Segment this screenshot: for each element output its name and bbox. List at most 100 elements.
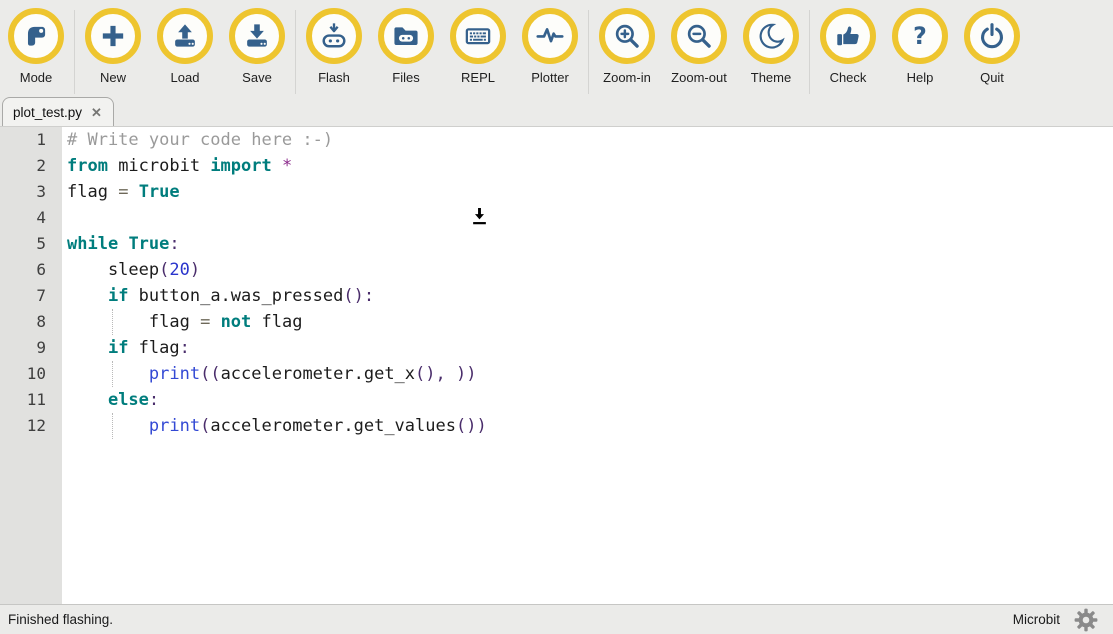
toolbar-button-files[interactable]: Files — [370, 8, 442, 85]
code-line-7[interactable]: if button_a.was_pressed(): — [67, 283, 1113, 309]
toolbar-button-repl[interactable]: REPL — [442, 8, 514, 85]
code-token: # Write your code here :-) — [67, 130, 333, 150]
toolbar-button-ring[interactable] — [8, 8, 64, 64]
quit-icon — [977, 21, 1007, 51]
toolbar-button-label: Help — [907, 70, 934, 85]
code-token — [446, 364, 456, 384]
code-token — [118, 234, 128, 254]
code-line-3[interactable]: flag = True — [67, 179, 1113, 205]
toolbar-button-quit[interactable]: Quit — [956, 8, 1028, 85]
code-token: not — [221, 312, 252, 332]
code-token: while — [67, 234, 118, 254]
code-line-6[interactable]: sleep(20) — [67, 257, 1113, 283]
code-token: : — [180, 338, 190, 358]
toolbar-button-ring[interactable] — [157, 8, 213, 64]
help-icon: ? — [905, 21, 935, 51]
code-line-2[interactable]: from microbit import * — [67, 153, 1113, 179]
code-token: ( — [200, 416, 210, 436]
toolbar-button-mode[interactable]: Mode — [0, 8, 72, 85]
toolbar-button-ring[interactable] — [229, 8, 285, 64]
toolbar-button-label: Quit — [980, 70, 1004, 85]
toolbar-button-ring[interactable] — [964, 8, 1020, 64]
mouse-cursor-download-icon — [468, 205, 491, 229]
line-number: 9 — [0, 335, 46, 361]
code-line-4[interactable] — [67, 205, 1113, 231]
toolbar-button-ring[interactable] — [820, 8, 876, 64]
status-message: Finished flashing. — [8, 612, 113, 627]
code-line-5[interactable]: while True: — [67, 231, 1113, 257]
code-token — [67, 286, 108, 306]
toolbar-button-zoom-out[interactable]: Zoom-out — [663, 8, 735, 85]
tab-plot-test[interactable]: plot_test.py ✕ — [2, 97, 114, 126]
code-token: accelerometer.get_values — [210, 416, 456, 436]
toolbar-button-ring[interactable] — [378, 8, 434, 64]
code-token — [67, 338, 108, 358]
code-token: print — [149, 364, 200, 384]
zoom-out-icon — [684, 21, 714, 51]
indent-guide — [112, 361, 113, 387]
code-token — [67, 416, 149, 436]
code-line-11[interactable]: else: — [67, 387, 1113, 413]
toolbar-button-ring[interactable] — [743, 8, 799, 64]
toolbar-button-ring[interactable] — [522, 8, 578, 64]
settings-gear-icon[interactable] — [1073, 607, 1099, 633]
toolbar-button-ring[interactable] — [599, 8, 655, 64]
toolbar-button-ring[interactable] — [450, 8, 506, 64]
code-area[interactable]: # Write your code here :-) from microbit … — [62, 127, 1113, 604]
tab-close-icon[interactable]: ✕ — [91, 106, 102, 119]
save-icon — [242, 21, 272, 51]
line-number: 12 — [0, 413, 46, 439]
toolbar-button-flash[interactable]: Flash — [298, 8, 370, 85]
code-token — [210, 312, 220, 332]
toolbar-button-save[interactable]: Save — [221, 8, 293, 85]
toolbar-button-theme[interactable]: Theme — [735, 8, 807, 85]
toolbar-button-zoom-in[interactable]: Zoom-in — [591, 8, 663, 85]
toolbar-button-label: Plotter — [531, 70, 569, 85]
toolbar-button-label: REPL — [461, 70, 495, 85]
toolbar-button-check[interactable]: Check — [812, 8, 884, 85]
toolbar-button-ring[interactable] — [671, 8, 727, 64]
code-token: sleep — [67, 260, 159, 280]
toolbar-button-new[interactable]: New — [77, 8, 149, 85]
toolbar-button-label: Theme — [751, 70, 791, 85]
toolbar-button-help[interactable]: ? Help — [884, 8, 956, 85]
line-number: 10 — [0, 361, 46, 387]
code-editor[interactable]: 123456789101112 # Write your code here :… — [0, 127, 1113, 604]
code-token: if — [108, 338, 128, 358]
line-number: 11 — [0, 387, 46, 413]
svg-text:?: ? — [913, 22, 927, 50]
toolbar-button-ring[interactable] — [85, 8, 141, 64]
toolbar-button-ring[interactable]: ? — [892, 8, 948, 64]
toolbar-separator — [588, 10, 589, 94]
toolbar-separator — [809, 10, 810, 94]
toolbar-button-label: Save — [242, 70, 272, 85]
tab-bar: plot_test.py ✕ — [0, 97, 1113, 127]
line-number: 3 — [0, 179, 46, 205]
code-token: = — [118, 182, 128, 202]
toolbar: ModeNew Load Save FlashFiles REPL Plotter Zoom… — [0, 0, 1113, 97]
line-number: 5 — [0, 231, 46, 257]
code-line-8[interactable]: flag = not flag — [67, 309, 1113, 335]
theme-icon — [756, 21, 786, 51]
line-number: 4 — [0, 205, 46, 231]
toolbar-button-ring[interactable] — [306, 8, 362, 64]
toolbar-button-plotter[interactable]: Plotter — [514, 8, 586, 85]
code-token: ( — [159, 260, 169, 280]
code-line-1[interactable]: # Write your code here :-) — [67, 127, 1113, 153]
new-icon — [98, 21, 128, 51]
code-token: 20 — [169, 260, 189, 280]
load-icon — [170, 21, 200, 51]
code-line-12[interactable]: print(accelerometer.get_values()) — [67, 413, 1113, 439]
toolbar-button-load[interactable]: Load — [149, 8, 221, 85]
status-bar: Finished flashing. Microbit — [0, 604, 1113, 634]
code-token: (( — [200, 364, 220, 384]
code-token: button_a.was_pressed — [128, 286, 343, 306]
code-token — [67, 364, 149, 384]
flash-icon — [319, 21, 349, 51]
code-token — [272, 156, 282, 176]
line-number: 2 — [0, 153, 46, 179]
code-token: True — [128, 234, 169, 254]
toolbar-button-label: Load — [171, 70, 200, 85]
code-line-10[interactable]: print((accelerometer.get_x(), )) — [67, 361, 1113, 387]
code-line-9[interactable]: if flag: — [67, 335, 1113, 361]
